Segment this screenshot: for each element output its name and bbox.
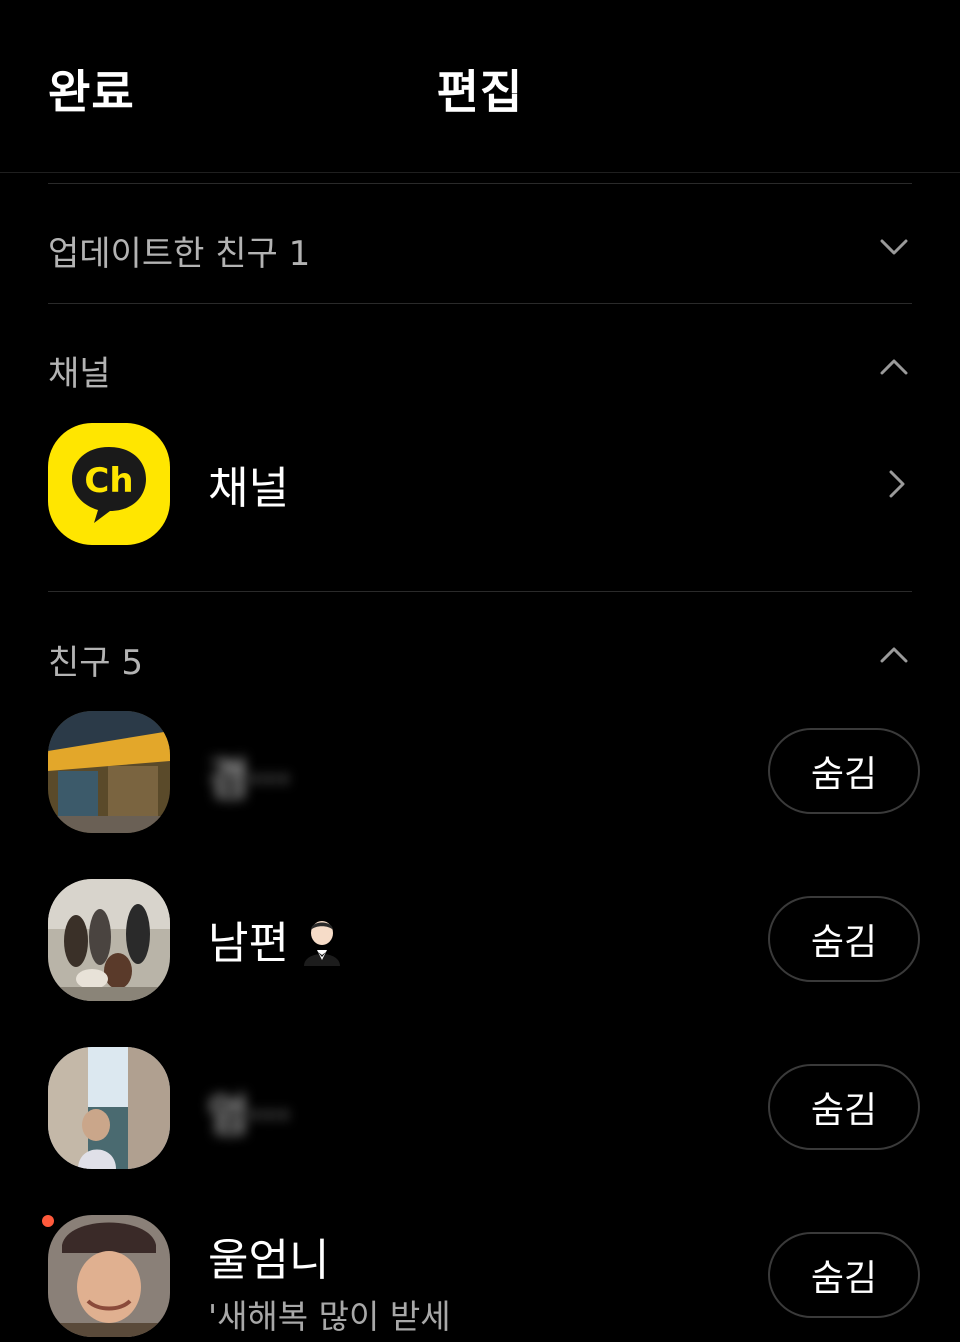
channel-name[interactable]: 채널	[208, 452, 289, 516]
hide-button[interactable]: 숨김	[768, 896, 920, 982]
friend-name[interactable]: 겸···	[208, 743, 290, 807]
divider	[48, 183, 912, 184]
avatar[interactable]	[48, 1215, 170, 1337]
top-bar: 편집 완료	[0, 0, 960, 173]
hide-button[interactable]: 숨김	[768, 1232, 920, 1318]
new-badge	[42, 1215, 54, 1227]
chevron-up-icon[interactable]	[878, 351, 910, 383]
avatar[interactable]	[48, 879, 170, 1001]
friend-name[interactable]: 엄···	[208, 1079, 290, 1143]
hide-button[interactable]: 숨김	[768, 728, 920, 814]
section-friends[interactable]: 친구 5	[48, 635, 143, 684]
done-button[interactable]: 완료	[48, 56, 135, 122]
friend-name: 남편	[208, 918, 289, 969]
chevron-down-icon[interactable]	[878, 231, 910, 263]
channel-logo-text: Ch	[84, 461, 133, 501]
chevron-up-icon[interactable]	[878, 639, 910, 671]
avatar[interactable]	[48, 1047, 170, 1169]
person-in-tuxedo-icon	[299, 916, 345, 977]
friend-status-message: '새해복 많이 받세	[208, 1297, 451, 1336]
section-updated-friends[interactable]: 업데이트한 친구 1	[48, 226, 310, 275]
page-title: 편집	[436, 65, 524, 119]
friend-name-row[interactable]: 남편	[208, 907, 345, 977]
section-channel[interactable]: 채널	[48, 346, 111, 395]
chevron-right-icon[interactable]	[880, 468, 912, 500]
hide-button[interactable]: 숨김	[768, 1064, 920, 1150]
divider	[48, 591, 912, 592]
channel-logo-icon[interactable]: Ch	[48, 423, 170, 545]
friend-name[interactable]: 울엄니	[208, 1224, 329, 1288]
divider	[48, 303, 912, 304]
avatar[interactable]	[48, 711, 170, 833]
